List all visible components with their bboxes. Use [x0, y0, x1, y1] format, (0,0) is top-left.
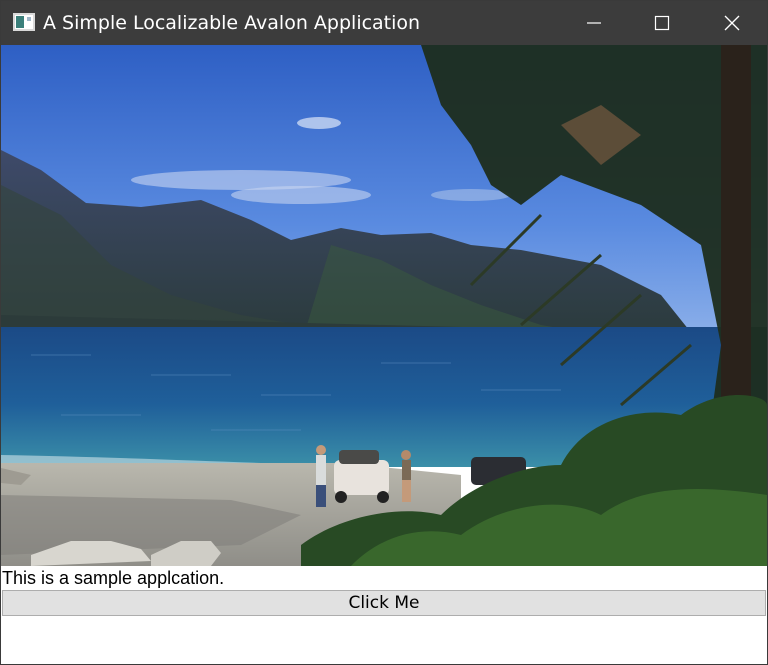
title-bar[interactable]: A Simple Localizable Avalon Application [1, 1, 767, 45]
window-title: A Simple Localizable Avalon Application [43, 12, 421, 34]
close-icon [724, 15, 740, 31]
close-button[interactable] [697, 1, 767, 45]
click-me-button[interactable]: Click Me [2, 590, 766, 616]
maximize-icon [654, 15, 670, 31]
minimize-icon [587, 22, 601, 24]
landscape-photo [1, 45, 767, 566]
app-window: A Simple Localizable Avalon Application [0, 0, 768, 665]
app-window-icon [13, 13, 35, 31]
sample-caption: This is a sample applcation. [2, 568, 225, 588]
maximize-button[interactable] [627, 1, 697, 45]
minimize-button[interactable] [559, 1, 629, 45]
